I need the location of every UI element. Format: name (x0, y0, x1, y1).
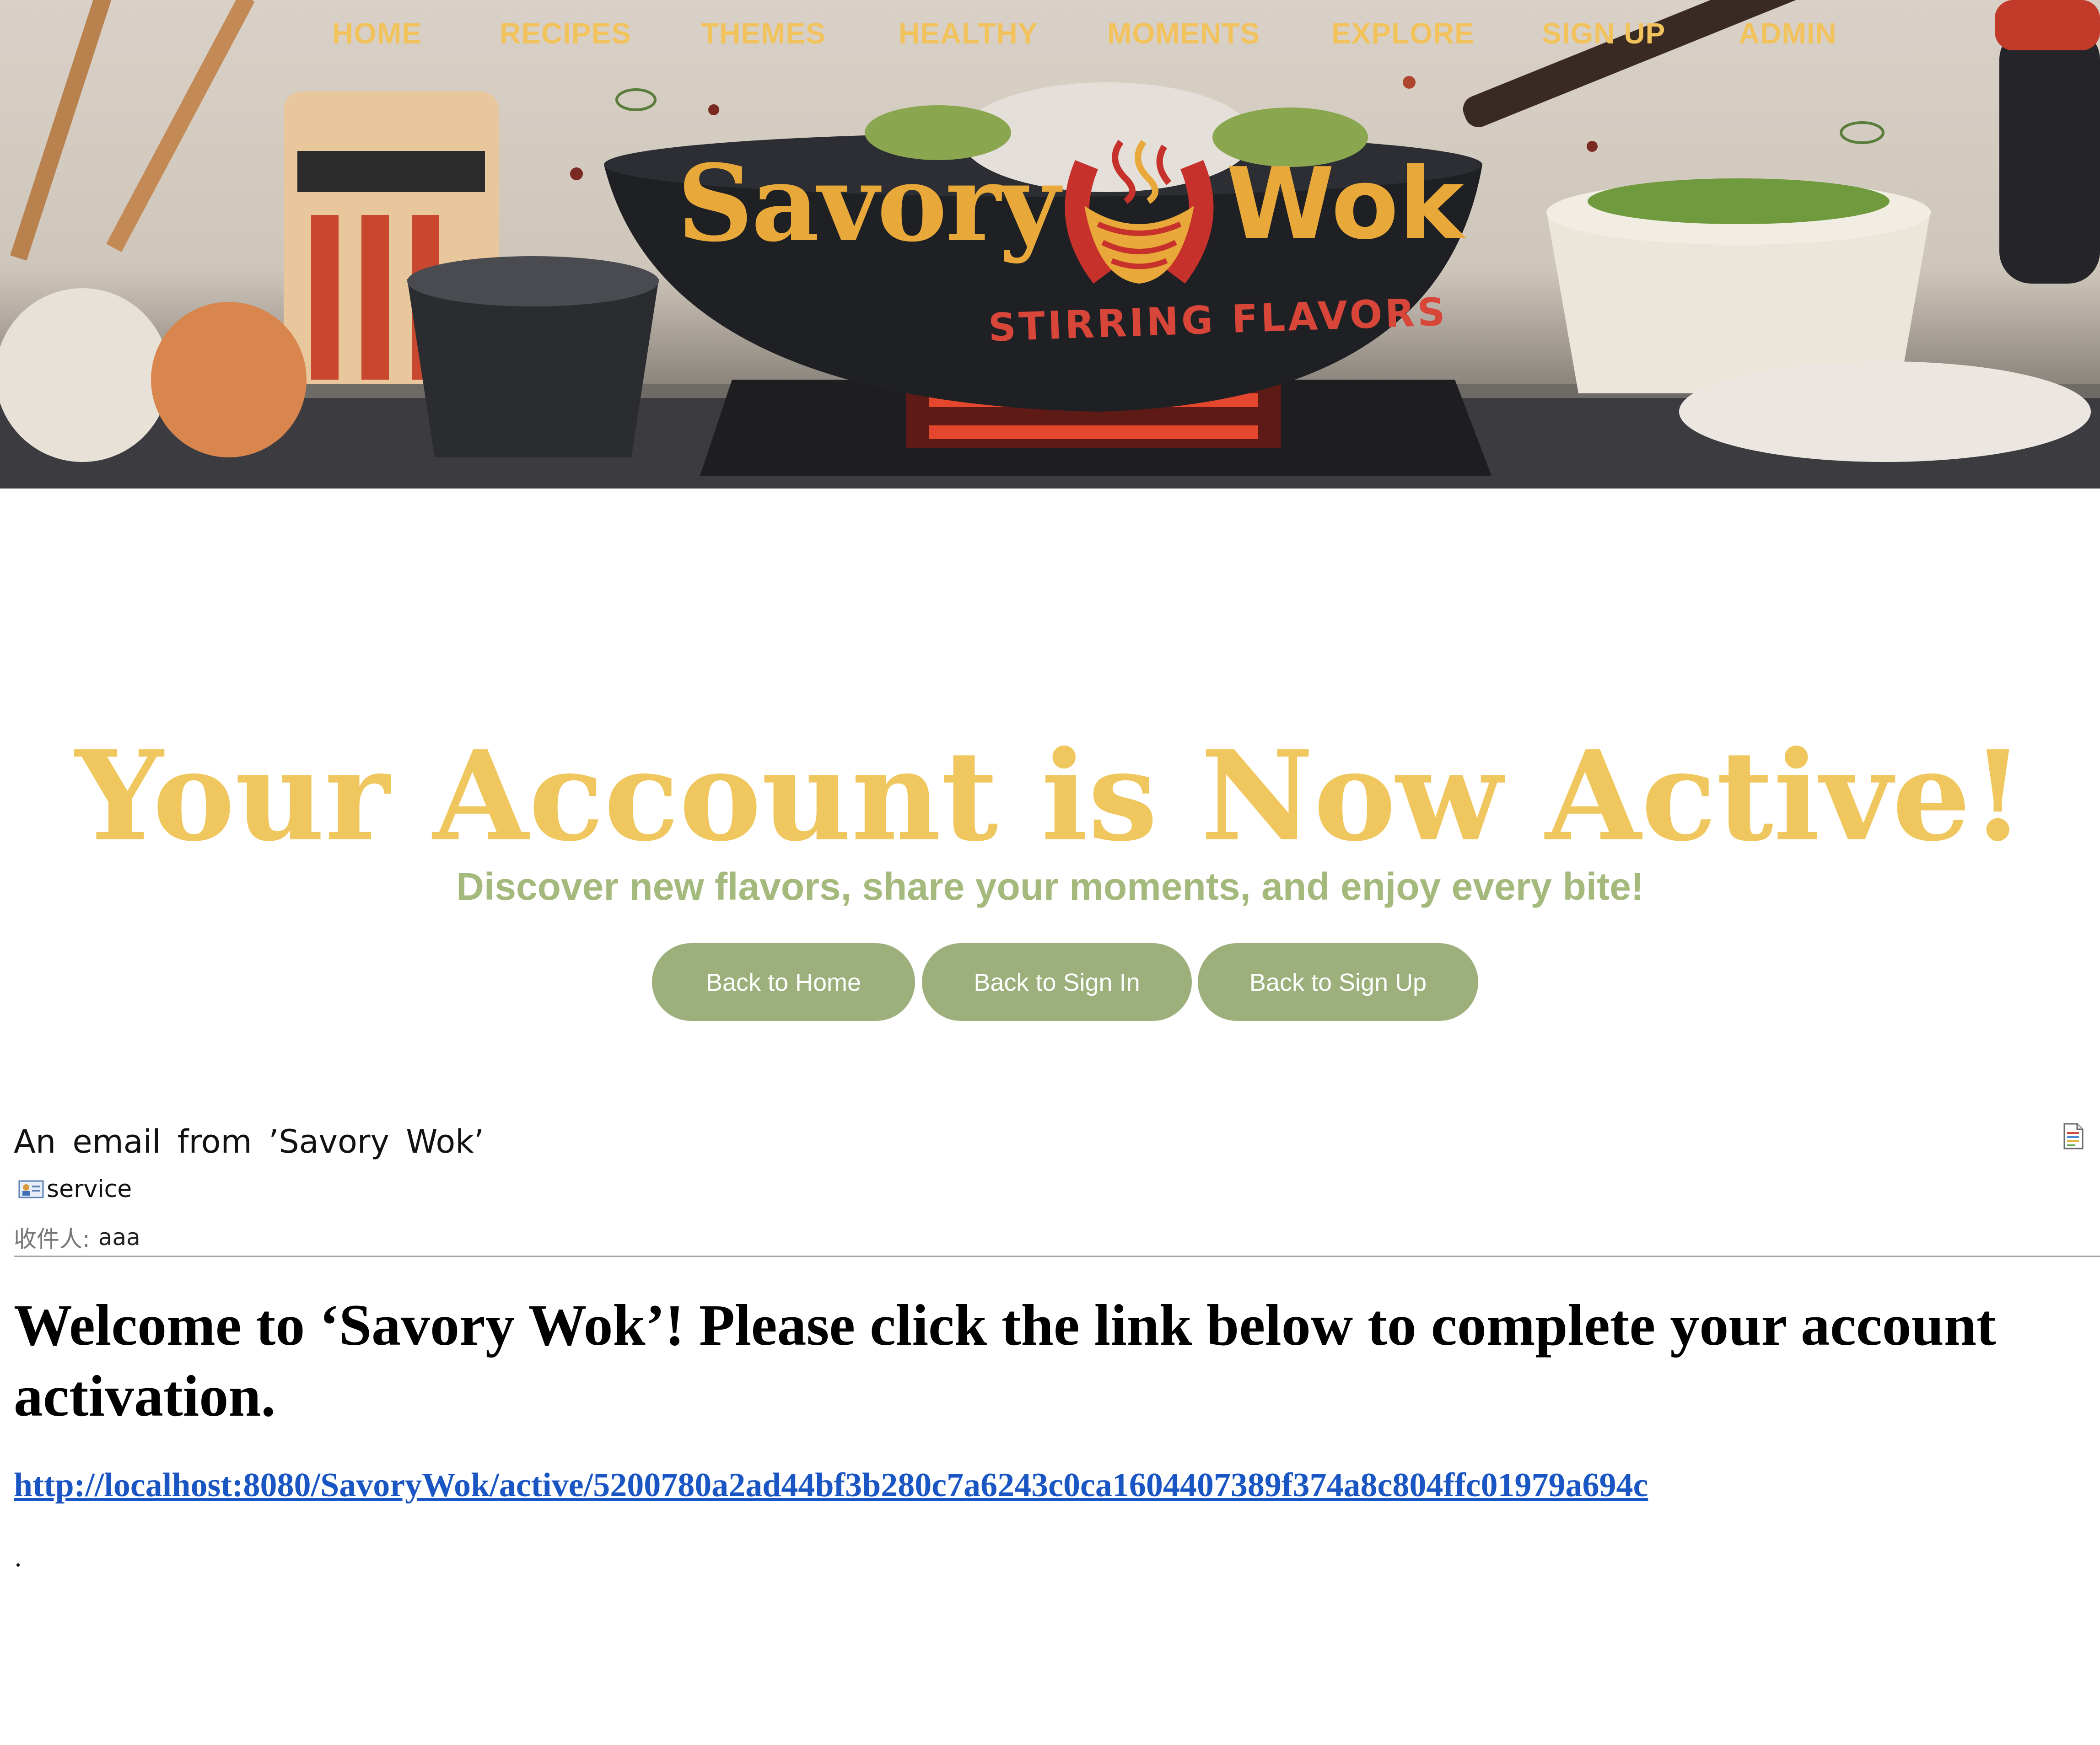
nav-themes[interactable]: THEMES (701, 8, 826, 59)
sender-name: service (47, 1176, 132, 1203)
back-to-sign-in-button[interactable]: Back to Sign In (922, 943, 1192, 1021)
email-sender[interactable]: service (18, 1173, 132, 1205)
main-navigation: HOME RECIPES THEMES HEALTHY MOMENTS EXPL… (0, 8, 2100, 59)
contact-card-icon (18, 1180, 44, 1198)
nav-home[interactable]: HOME (332, 8, 422, 59)
recipient-label: 收件人: (14, 1226, 90, 1252)
hero-banner: HOME RECIPES THEMES HEALTHY MOMENTS EXPL… (0, 0, 2100, 489)
document-icon[interactable] (2062, 1123, 2084, 1149)
recipient-name: aaa (98, 1224, 140, 1251)
email-header-divider (14, 1256, 2100, 1257)
page-subtitle: Discover new flavors, share your moments… (456, 865, 1644, 908)
page-title: Your Account is Now Active! (75, 723, 2025, 869)
back-to-sign-up-button[interactable]: Back to Sign Up (1198, 943, 1478, 1021)
logo-word-wok: Wok (1226, 146, 1465, 261)
email-trailing-text: . (15, 1542, 22, 1572)
back-to-home-button[interactable]: Back to Home (652, 943, 915, 1021)
nav-moments[interactable]: MOMENTS (1107, 8, 1260, 59)
nav-sign-up[interactable]: SIGN UP (1542, 8, 1665, 59)
email-subject: An email from ’Savory Wok’ (14, 1123, 484, 1160)
nav-recipes[interactable]: RECIPES (500, 8, 631, 59)
email-recipient: 收件人: aaa (14, 1221, 140, 1253)
activation-link[interactable]: http://localhost:8080/SavoryWok/active/5… (14, 1466, 1648, 1505)
nav-explore[interactable]: EXPLORE (1331, 8, 1475, 59)
savory-wok-logo[interactable]: Savory Wok STIRRING FLAVORS (677, 133, 1464, 380)
email-welcome-heading: Welcome to ‘Savory Wok’! Please click th… (14, 1293, 1996, 1428)
logo-word-savory: Savory (677, 142, 1060, 265)
nav-healthy[interactable]: HEALTHY (899, 8, 1038, 59)
wok-emblem-icon (1065, 140, 1214, 284)
nav-admin[interactable]: ADMIN (1739, 8, 1837, 59)
